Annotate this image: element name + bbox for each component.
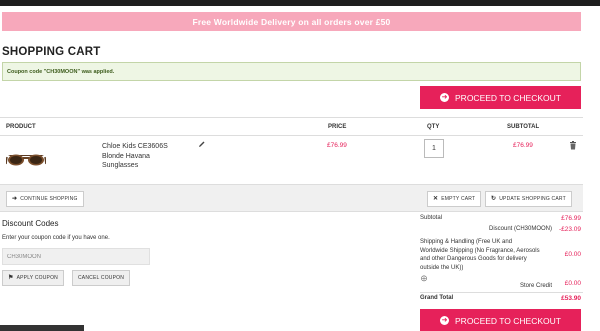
col-qty: QTY: [427, 124, 440, 130]
discount-codes-title: Discount Codes: [2, 219, 59, 228]
proceed-to-checkout-button-top[interactable]: ➜ PROCEED TO CHECKOUT: [420, 86, 581, 109]
empty-cart-button[interactable]: ✕ EMPTY CART: [427, 191, 482, 207]
discount-label: Discount (CH30MOON): [488, 226, 552, 232]
shipping-label-line: Worldwide Shipping (No Fragrance, Aeroso…: [420, 247, 540, 254]
item-subtotal: £76.99: [513, 142, 533, 149]
proceed-to-checkout-button-bottom[interactable]: ➜ PROCEED TO CHECKOUT: [420, 309, 581, 331]
shipping-row: Shipping & Handling (Free UK and Worldwi…: [420, 238, 583, 272]
totals-divider: [420, 292, 583, 293]
cart-actions-bar: ➜ CONTINUE SHOPPING ✕ EMPTY CART ↻ UPDAT…: [0, 184, 583, 212]
cart-item-row: Chloe Kids CE3606S Blonde Havana Sunglas…: [0, 136, 583, 184]
item-price: £76.99: [327, 142, 347, 149]
cancel-coupon-button[interactable]: CANCEL COUPON: [72, 270, 131, 286]
page-title: SHOPPING CART: [2, 46, 101, 58]
arrow-right-icon: ➜: [12, 196, 18, 202]
subtotal-label: Subtotal: [420, 215, 443, 221]
quantity-input[interactable]: [424, 139, 444, 158]
cancel-coupon-label: CANCEL COUPON: [78, 275, 125, 281]
product-name-line: Sunglasses: [102, 162, 139, 169]
tag-icon: ⚑: [8, 275, 14, 281]
shipping-label-line: Shipping & Handling (Free UK and: [420, 239, 513, 245]
close-icon: ✕: [433, 196, 439, 202]
col-product: PRODUCT: [6, 124, 36, 130]
continue-shopping-button[interactable]: ➜ CONTINUE SHOPPING: [6, 191, 84, 207]
update-cart-label: UPDATE SHOPPING CART: [499, 196, 566, 202]
product-name[interactable]: Chloe Kids CE3606S Blonde Havana Sunglas…: [102, 142, 182, 171]
store-credit-label: Store Credit: [519, 283, 552, 289]
empty-cart-label: EMPTY CART: [441, 196, 476, 202]
col-price: PRICE: [328, 124, 347, 130]
discount-codes-help: Enter your coupon code if you have one.: [2, 235, 110, 241]
shipping-label-line: outside the UK)): [420, 264, 464, 271]
top-bar: [0, 0, 600, 6]
shipping-label-line: and other Dangerous Goods for delivery: [420, 256, 527, 262]
apply-coupon-button[interactable]: ⚑ APPLY COUPON: [2, 270, 64, 286]
cart-table-header: PRODUCT PRICE QTY SUBTOTAL: [0, 117, 583, 136]
subtotal-row: Subtotal £76.99: [420, 215, 583, 222]
store-credit-value: £0.00: [564, 280, 581, 287]
grand-total-label: Grand Total: [420, 295, 454, 301]
col-subtotal: SUBTOTAL: [507, 124, 540, 130]
product-name-line: Chloe Kids CE3606S: [102, 143, 168, 150]
update-cart-button[interactable]: ↻ UPDATE SHOPPING CART: [485, 191, 572, 207]
info-icon[interactable]: ⨁: [421, 275, 427, 282]
apply-coupon-label: APPLY COUPON: [16, 275, 58, 281]
product-name-line: Blonde Havana: [102, 152, 150, 160]
checkout-label: PROCEED TO CHECKOUT: [455, 92, 561, 103]
discount-value: -£23.09: [558, 226, 581, 233]
pencil-icon[interactable]: [198, 140, 206, 148]
delivery-banner-text: Free Worldwide Delivery on all orders ov…: [192, 16, 391, 27]
trash-icon[interactable]: [569, 141, 577, 150]
bottom-bar: [0, 325, 84, 331]
product-image[interactable]: [6, 150, 46, 168]
delivery-banner: Free Worldwide Delivery on all orders ov…: [2, 12, 581, 31]
arrow-right-icon: ➜: [440, 316, 450, 325]
subtotal-value: £76.99: [561, 215, 581, 222]
checkout-label: PROCEED TO CHECKOUT: [455, 315, 561, 326]
coupon-code-input[interactable]: [2, 248, 150, 265]
grand-total-row: Grand Total £53.90: [420, 295, 583, 302]
continue-shopping-label: CONTINUE SHOPPING: [20, 196, 78, 202]
grand-total-value: £53.90: [561, 295, 581, 302]
coupon-success-text: Coupon code "CH30MOON" was applied.: [7, 68, 115, 75]
refresh-icon: ↻: [491, 196, 497, 202]
coupon-success-notice: Coupon code "CH30MOON" was applied.: [2, 62, 581, 81]
shipping-value: £0.00: [564, 251, 581, 258]
arrow-right-icon: ➜: [440, 93, 450, 102]
